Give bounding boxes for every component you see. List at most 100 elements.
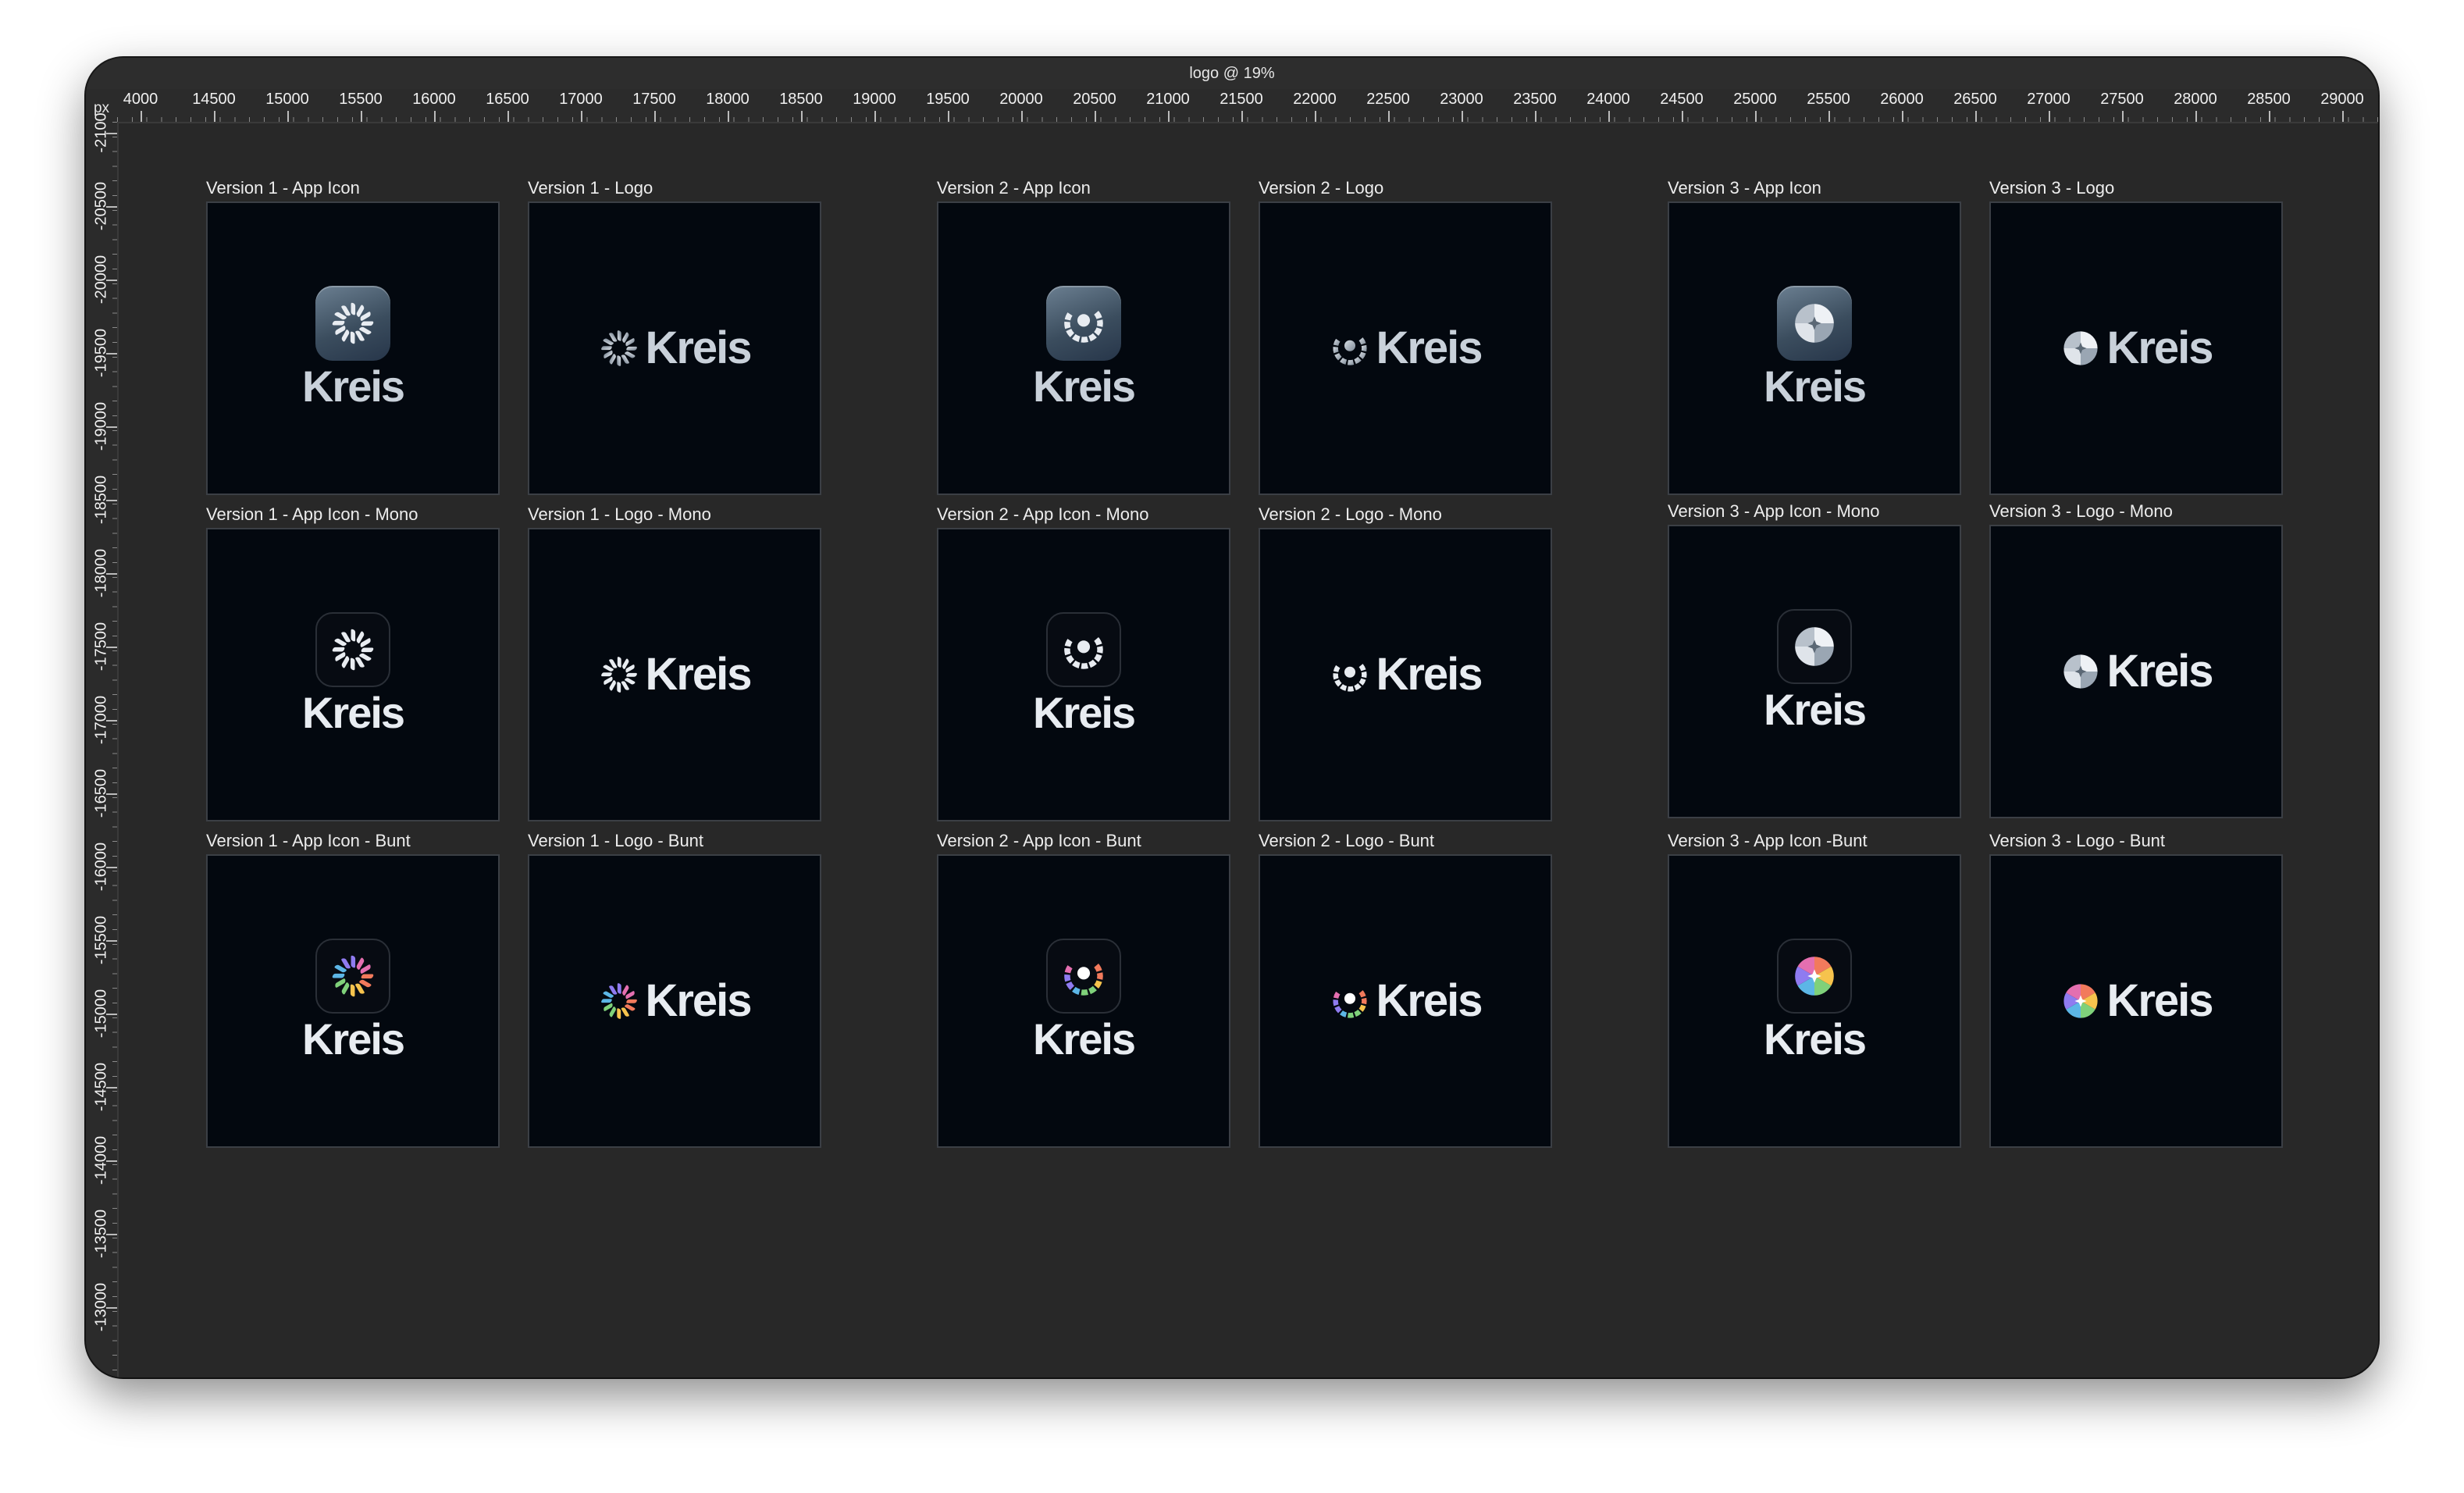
quad-disc-icon: [1795, 957, 1834, 996]
artboard[interactable]: Version 3 - App Icon Kreis: [1668, 175, 1961, 495]
artboard[interactable]: Version 2 - Logo Kreis: [1259, 175, 1552, 495]
artboard-label[interactable]: Version 3 - App Icon: [1668, 175, 1961, 201]
ruler-tick-text: -19000: [92, 401, 110, 451]
quad-disc-icon: [1795, 627, 1834, 666]
eye-ring-icon: [1333, 664, 1368, 692]
artboard-frame[interactable]: Kreis: [528, 528, 821, 821]
artboard-label[interactable]: Version 3 - Logo - Mono: [1989, 498, 2283, 525]
artboard[interactable]: Version 1 - App Icon Kreis: [206, 175, 500, 495]
artboard[interactable]: Version 3 - App Icon - Mono Kreis: [1668, 498, 1961, 818]
artboard-frame[interactable]: Kreis: [206, 201, 500, 495]
artboard-label[interactable]: Version 2 - App Icon - Bunt: [937, 828, 1230, 854]
ruler-tick-text: -20000: [92, 255, 110, 305]
logo-lockup: Kreis: [2060, 322, 2214, 373]
wordmark: Kreis: [301, 362, 405, 411]
artboard-frame[interactable]: Kreis: [1668, 201, 1961, 495]
app-icon-tile: [1046, 612, 1121, 687]
ruler-tick-text: -15500: [92, 915, 110, 965]
ruler-tick-text: -13000: [92, 1282, 110, 1332]
wordmark: Kreis: [1376, 649, 1483, 700]
artboard-frame[interactable]: Kreis: [528, 201, 821, 495]
artboard-frame[interactable]: Kreis: [1668, 854, 1961, 1148]
ruler-tick-text: -13500: [92, 1209, 110, 1259]
ruler-tick-text: -18000: [92, 548, 110, 598]
artboard-frame[interactable]: Kreis: [1668, 525, 1961, 818]
wordmark: Kreis: [2106, 322, 2213, 373]
artboard-frame[interactable]: Kreis: [937, 854, 1230, 1148]
artboard-frame[interactable]: Kreis: [1989, 201, 2283, 495]
artboard-frame[interactable]: Kreis: [1989, 525, 2283, 818]
horizontal-ruler[interactable]: 4000 14500 15000 15500 16000 16500 17000 17500 1…: [117, 89, 2378, 123]
wordmark: Kreis: [645, 649, 752, 700]
artboard[interactable]: Version 3 - Logo - Bunt Kreis: [1989, 828, 2283, 1148]
sunburst-icon: [332, 629, 374, 671]
artboard[interactable]: Version 1 - Logo - Mono Kreis: [528, 501, 821, 821]
wordmark: Kreis: [301, 688, 405, 737]
artboard[interactable]: Version 2 - App Icon - Mono Kreis: [937, 501, 1230, 821]
artboard-frame[interactable]: Kreis: [937, 528, 1230, 821]
logo-lockup: Kreis: [2060, 976, 2214, 1026]
wordmark: Kreis: [1763, 362, 1867, 411]
artboard-label[interactable]: Version 2 - Logo - Bunt: [1259, 828, 1552, 854]
artboard[interactable]: Version 2 - App Icon Kreis: [937, 175, 1230, 495]
app-icon-tile: [1046, 286, 1121, 361]
artboard[interactable]: Version 2 - Logo - Bunt Kreis: [1259, 828, 1552, 1148]
ruler-tick-label: -13000: [86, 1260, 117, 1354]
artboard[interactable]: Version 2 - Logo - Mono Kreis: [1259, 501, 1552, 821]
artboard-frame[interactable]: Kreis: [1259, 201, 1552, 495]
artboard-label[interactable]: Version 2 - Logo - Mono: [1259, 501, 1552, 528]
artboard[interactable]: Version 1 - App Icon - Bunt Kreis: [206, 828, 500, 1148]
eye-ring-icon: [1064, 637, 1103, 669]
wordmark: Kreis: [645, 975, 752, 1026]
artboard-label[interactable]: Version 1 - App Icon - Mono: [206, 501, 500, 528]
wordmark: Kreis: [1376, 322, 1483, 373]
ruler-tick-text: -19500: [92, 328, 110, 378]
artboard-frame[interactable]: Kreis: [1259, 528, 1552, 821]
artboard[interactable]: Version 1 - Logo - Bunt Kreis: [528, 828, 821, 1148]
ruler-tick-text: -16500: [92, 768, 110, 818]
artboard[interactable]: Version 3 - Logo - Mono Kreis: [1989, 498, 2283, 818]
quad-disc-icon: [2063, 654, 2099, 689]
logo-lockup: Kreis: [1329, 976, 1483, 1026]
artboard-label[interactable]: Version 1 - Logo - Mono: [528, 501, 821, 528]
wordmark: Kreis: [1032, 688, 1136, 737]
artboard-label[interactable]: Version 2 - App Icon - Mono: [937, 501, 1230, 528]
artboard-frame[interactable]: Kreis: [528, 854, 821, 1148]
wordmark: Kreis: [1763, 685, 1867, 734]
artboard[interactable]: Version 3 - App Icon -Bunt Kreis: [1668, 828, 1961, 1148]
artboard-frame[interactable]: Kreis: [1989, 854, 2283, 1148]
sunburst-icon: [601, 657, 638, 693]
artboard[interactable]: Version 3 - Logo Kreis: [1989, 175, 2283, 495]
artboard-label[interactable]: Version 2 - Logo: [1259, 175, 1552, 201]
ruler-tick-text: -15000: [92, 989, 110, 1039]
ruler-tick-text: -18500: [92, 475, 110, 525]
artboard-frame[interactable]: Kreis: [1259, 854, 1552, 1148]
sunburst-icon: [601, 983, 638, 1019]
artboard-frame[interactable]: Kreis: [206, 528, 500, 821]
artboard-label[interactable]: Version 1 - Logo - Bunt: [528, 828, 821, 854]
artboard-frame[interactable]: Kreis: [206, 854, 500, 1148]
artboard-label[interactable]: Version 3 - Logo: [1989, 175, 2283, 201]
ruler-tick-text: -14500: [92, 1062, 110, 1112]
artboard-label[interactable]: Version 1 - App Icon: [206, 175, 500, 201]
artboard-label[interactable]: Version 3 - App Icon -Bunt: [1668, 828, 1961, 854]
vertical-ruler[interactable]: -2100 -20500 -20000 -19500 -19000 -18500 -1800…: [86, 112, 119, 1377]
wordmark: Kreis: [301, 1014, 405, 1064]
sunburst-icon: [601, 330, 638, 366]
logo-lockup: Kreis: [2060, 647, 2214, 697]
artboard-label[interactable]: Version 1 - App Icon - Bunt: [206, 828, 500, 854]
artboard[interactable]: Version 1 - App Icon - Mono Kreis: [206, 501, 500, 821]
design-canvas[interactable]: Version 1 - App Icon Kreis Version 1 - Log…: [119, 123, 2378, 1377]
quad-disc-icon: [2063, 984, 2099, 1018]
artboard[interactable]: Version 1 - Logo Kreis: [528, 175, 821, 495]
app-window: logo @ 19% px 4000 14500 15000 15500 16000 16…: [86, 58, 2378, 1377]
artboard-label[interactable]: Version 3 - App Icon - Mono: [1668, 498, 1961, 525]
artboard-frame[interactable]: Kreis: [937, 201, 1230, 495]
artboard-label[interactable]: Version 1 - Logo: [528, 175, 821, 201]
artboard[interactable]: Version 2 - App Icon - Bunt Kreis: [937, 828, 1230, 1148]
quad-disc-icon: [2063, 331, 2099, 365]
artboard-label[interactable]: Version 3 - Logo - Bunt: [1989, 828, 2283, 854]
eye-ring-icon: [1333, 990, 1368, 1018]
wordmark: Kreis: [645, 322, 752, 373]
artboard-label[interactable]: Version 2 - App Icon: [937, 175, 1230, 201]
